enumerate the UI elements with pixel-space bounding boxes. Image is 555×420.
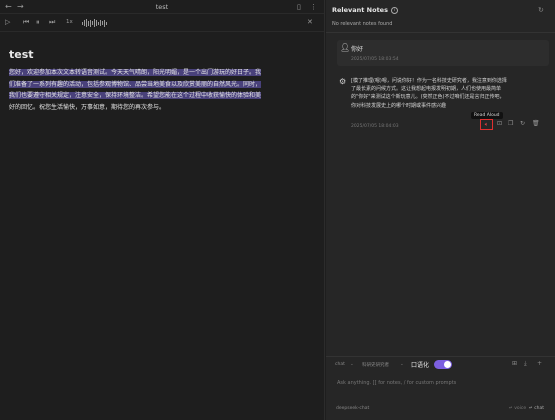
paragraph-line: 您好，欢迎参加本次文本转语音测试。今天天气晴朗，阳光明媚，是一个出门游玩的好日子… — [9, 69, 262, 76]
paragraph-line: 们准备了一系列有趣的活动，包括参观博物馆、品尝当地美食以及欣赏美丽的自然风光。同… — [9, 80, 262, 88]
regenerate-icon[interactable]: ↻ — [520, 120, 525, 127]
editor-titlebar: ← → test ▯ ⋮ — [0, 0, 324, 14]
skip-forward-icon[interactable]: ⏭ — [49, 18, 55, 27]
play-icon[interactable]: ▷ — [5, 18, 10, 26]
copy-icon[interactable]: ❐ — [508, 120, 513, 127]
speaker-icon[interactable]: 🔈︎ — [480, 119, 493, 130]
chat-input-placeholder: Ask anything. [[ for notes, / for custom… — [337, 380, 457, 386]
user-icon: 👤︎ — [340, 43, 351, 52]
playback-speed[interactable]: 1x — [66, 19, 73, 25]
model-select[interactable]: deepseek-chat — [336, 406, 369, 411]
more-options-icon[interactable]: ⋮ — [310, 3, 317, 11]
colloquial-toggle[interactable] — [434, 360, 452, 369]
divider — [326, 356, 555, 357]
user-message-time: 2025/07/05 18:03:54 — [351, 57, 399, 62]
bot-icon: ⚙ — [339, 77, 347, 86]
mode-select[interactable]: chat — [335, 362, 345, 367]
close-player-icon[interactable]: ✕ — [307, 18, 313, 26]
colloquial-switch-label: 口语化 — [411, 362, 430, 369]
read-aloud-tooltip: Read Aloud — [471, 112, 503, 119]
paragraph-line: 好的回忆。祝您生活愉快，万事如意，期待您的再次参与。 — [9, 103, 166, 111]
document-title: test — [9, 48, 34, 61]
save-icon[interactable]: ⤓ — [524, 360, 527, 368]
chevron-down-icon: ⌄ — [400, 362, 404, 367]
chevron-down-icon: ⌄ — [350, 362, 354, 367]
insert-icon[interactable]: ⊡ — [497, 120, 502, 127]
tab-title: test — [155, 3, 169, 11]
refresh-icon[interactable]: ↻ — [538, 6, 544, 14]
pause-icon[interactable]: ⏸ — [36, 18, 40, 27]
reading-mode-icon[interactable]: ▯ — [297, 3, 301, 11]
user-message-text: 你好 — [351, 46, 364, 53]
divider — [326, 32, 555, 33]
delete-icon[interactable]: 🗑︎ — [532, 120, 540, 127]
bot-message-time: 2025/07/05 18:04:03 — [351, 124, 399, 129]
info-icon[interactable]: i — [390, 6, 398, 14]
user-message — [337, 40, 549, 66]
prompt-select[interactable]: 科研史研究者 — [362, 362, 389, 368]
paragraph-line: 我们也要遵守相关规定，注意安全，保持环境整洁。希望您能在这个过程中收获愉快的体验… — [9, 92, 262, 99]
editor-pane: ← → test ▯ ⋮ ▷ ⏮ ⏸ ⏭ 1x ✕ test 您好，欢迎参加本次… — [0, 0, 325, 420]
chat-send-button[interactable]: ↵ chat — [529, 406, 544, 411]
voice-send-hint[interactable]: ↵ voice — [509, 406, 526, 411]
panel-header: Relevant Notes i — [332, 6, 398, 14]
document-body[interactable]: 您好，欢迎参加本次文本转语音测试。今天天气晴朗，阳光明媚，是一个出门游玩的好日子… — [9, 67, 315, 113]
empty-notes-text: No relevant notes found — [332, 21, 393, 27]
new-chat-icon[interactable]: + — [537, 360, 542, 367]
audio-player-bar: ▷ ⏮ ⏸ ⏭ 1x ✕ — [0, 14, 324, 32]
attach-icon[interactable]: ⊞ — [512, 360, 517, 367]
waveform-icon — [82, 19, 107, 27]
skip-back-icon[interactable]: ⏮ — [23, 18, 29, 27]
bot-message-text: [模了推理(嗯)嗯，问说你好！作为一名科技史研究者，我注意到你选择 了最长素的问… — [351, 78, 507, 109]
